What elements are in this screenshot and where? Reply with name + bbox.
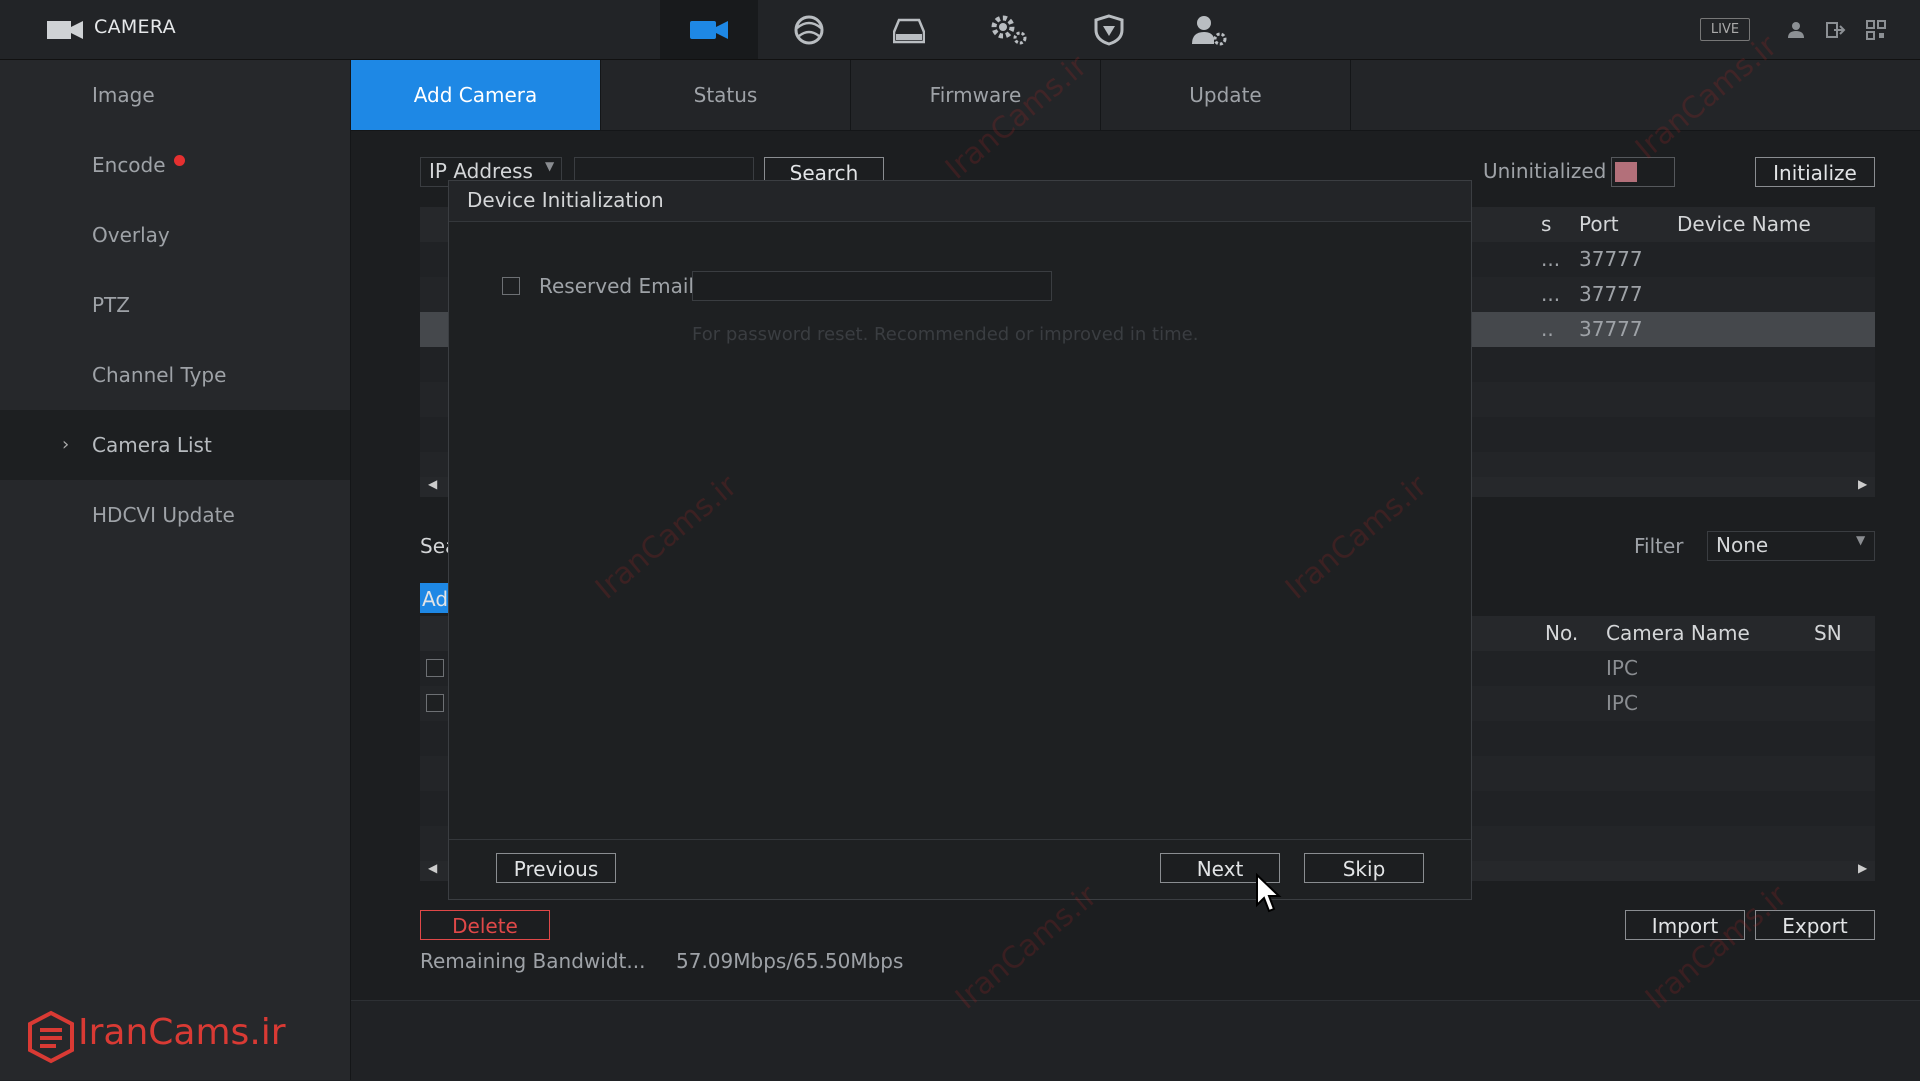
live-button[interactable]: LIVE — [1700, 18, 1750, 41]
column-header-port: Port — [1579, 212, 1619, 236]
dialog-header: Device Initialization — [449, 181, 1471, 222]
device-initialization-dialog: Device Initialization Reserved Email For… — [448, 180, 1472, 900]
sidebar-item-ptz[interactable]: PTZ — [0, 270, 350, 340]
initialize-button[interactable]: Initialize — [1755, 157, 1875, 187]
mouse-cursor-icon — [1256, 873, 1282, 913]
column-header: s — [1541, 212, 1552, 236]
tab-add-camera[interactable]: Add Camera — [351, 60, 601, 130]
top-bar: CAMERA LIVE — [0, 0, 1920, 60]
sidebar-item-overlay[interactable]: Overlay — [0, 200, 350, 270]
camera-logo-icon — [47, 21, 83, 39]
sidebar-item-label: Camera List — [92, 433, 212, 457]
sidebar-item-camera-list[interactable]: › Camera List — [0, 410, 350, 480]
scroll-left-icon[interactable]: ◀ — [428, 861, 437, 875]
bandwidth-label: Remaining Bandwidt... — [420, 949, 646, 973]
sidebar-item-channel-type[interactable]: Channel Type — [0, 340, 350, 410]
scroll-left-icon[interactable]: ◀ — [428, 477, 437, 491]
column-header-sn: SN — [1814, 621, 1842, 645]
delete-button[interactable]: Delete — [420, 910, 550, 940]
column-header-device-name: Device Name — [1677, 212, 1811, 236]
uninitialized-toggle[interactable] — [1611, 157, 1675, 187]
uninitialized-label: Uninitialized — [1483, 159, 1607, 183]
footer-strip — [351, 1000, 1920, 1081]
dialog-title: Device Initialization — [467, 188, 664, 212]
reserved-email-label: Reserved Email — [539, 274, 694, 298]
storage-icon[interactable] — [860, 0, 958, 59]
tab-status[interactable]: Status — [601, 60, 851, 130]
previous-button[interactable]: Previous — [496, 853, 616, 883]
sidebar-item-label: Encode — [92, 153, 166, 177]
sidebar-item-label: Channel Type — [92, 363, 227, 387]
tab-update[interactable]: Update — [1101, 60, 1351, 130]
sidebar-item-encode[interactable]: Encode — [0, 130, 350, 200]
irancams-logo-icon — [28, 1010, 74, 1064]
sidebar-item-label: PTZ — [92, 293, 130, 317]
qr-code-icon[interactable] — [1864, 18, 1888, 42]
user-icon[interactable] — [1784, 18, 1808, 42]
row-checkbox[interactable] — [426, 694, 444, 712]
network-icon[interactable] — [760, 0, 858, 59]
irancams-logo-text: IranCams.ir — [78, 1012, 286, 1053]
row-checkbox[interactable] — [426, 659, 444, 677]
reserved-email-input[interactable] — [692, 271, 1052, 301]
chevron-down-icon: ▼ — [545, 159, 555, 173]
column-header-no: No. — [1545, 621, 1579, 645]
account-icon[interactable] — [1160, 0, 1258, 59]
chevron-down-icon: ▼ — [1856, 533, 1866, 547]
logout-icon[interactable] — [1824, 18, 1848, 42]
sidebar-item-image[interactable]: Image — [0, 60, 350, 130]
settings-icon[interactable] — [960, 0, 1058, 59]
camera-icon[interactable] — [660, 0, 758, 59]
sidebar-item-label: Overlay — [92, 223, 170, 247]
sidebar-item-hdcvi-update[interactable]: HDCVI Update — [0, 480, 350, 550]
column-header-camera-name: Camera Name — [1606, 621, 1750, 645]
sidebar: Image Encode Overlay PTZ Channel Type › C… — [0, 60, 351, 1080]
sidebar-item-label: HDCVI Update — [92, 503, 235, 527]
reserved-email-checkbox[interactable] — [502, 277, 520, 295]
bandwidth-value: 57.09Mbps/65.50Mbps — [676, 949, 904, 973]
filter-select[interactable]: None ▼ — [1707, 531, 1875, 561]
filter-label: Filter — [1634, 534, 1684, 558]
app-title: CAMERA — [94, 16, 176, 38]
scroll-right-icon[interactable]: ▶ — [1858, 477, 1867, 491]
skip-button[interactable]: Skip — [1304, 853, 1424, 883]
email-hint: For password reset. Recommended or impro… — [692, 324, 1199, 345]
chevron-right-icon: › — [62, 434, 70, 455]
notification-dot — [173, 155, 185, 166]
sidebar-item-label: Image — [92, 83, 155, 107]
scroll-right-icon[interactable]: ▶ — [1858, 861, 1867, 875]
security-icon[interactable] — [1060, 0, 1158, 59]
